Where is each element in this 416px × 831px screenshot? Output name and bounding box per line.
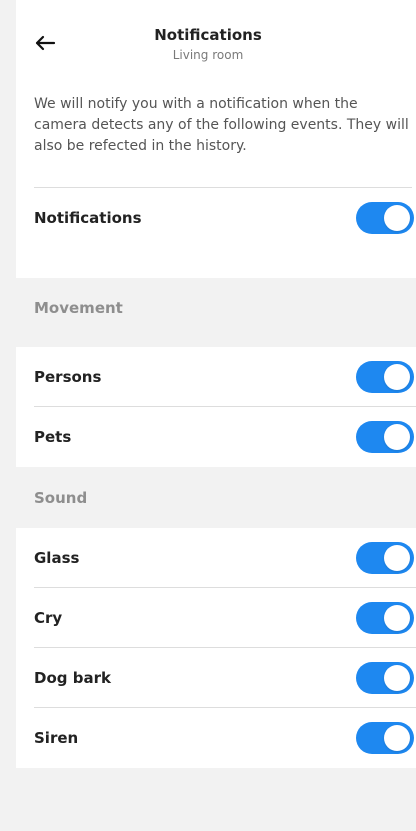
cry-row[interactable]: Cry [16, 588, 416, 648]
cry-label: Cry [34, 609, 63, 627]
toggle-knob [384, 424, 410, 450]
siren-toggle[interactable] [356, 722, 414, 754]
dog-bark-row[interactable]: Dog bark [16, 648, 416, 708]
dog-bark-label: Dog bark [34, 669, 111, 687]
persons-row[interactable]: Persons [16, 347, 416, 407]
notifications-spacer [16, 248, 416, 278]
notifications-row[interactable]: Notifications [16, 188, 416, 248]
toggle-knob [384, 205, 410, 231]
top-bar: Notifications Living room [16, 0, 416, 82]
sound-section-header: Sound [16, 468, 416, 528]
persons-toggle[interactable] [356, 361, 414, 393]
pets-label: Pets [34, 428, 72, 446]
dog-bark-toggle[interactable] [356, 662, 414, 694]
page-subtitle: Living room [172, 48, 244, 62]
persons-label: Persons [34, 368, 102, 386]
notifications-label: Notifications [34, 209, 142, 227]
siren-row[interactable]: Siren [16, 708, 416, 768]
pets-row[interactable]: Pets [16, 407, 416, 467]
notifications-screen: Notifications Living room We will notify… [0, 0, 416, 831]
toggle-knob [384, 364, 410, 390]
glass-toggle[interactable] [356, 542, 414, 574]
cry-toggle[interactable] [356, 602, 414, 634]
glass-label: Glass [34, 549, 80, 567]
toggle-knob [384, 665, 410, 691]
movement-section-label: Movement [34, 299, 123, 317]
glass-row[interactable]: Glass [16, 528, 416, 588]
movement-section-header: Movement [16, 278, 416, 338]
toggle-knob [384, 545, 410, 571]
toggle-knob [384, 725, 410, 751]
pets-toggle[interactable] [356, 421, 414, 453]
intro-text: We will notify you with a notification w… [34, 96, 409, 154]
toggle-knob [384, 605, 410, 631]
page-title: Notifications [154, 26, 262, 44]
sound-section-label: Sound [34, 489, 88, 507]
intro-card: We will notify you with a notification w… [16, 82, 416, 188]
notifications-toggle[interactable] [356, 202, 414, 234]
siren-label: Siren [34, 729, 79, 747]
